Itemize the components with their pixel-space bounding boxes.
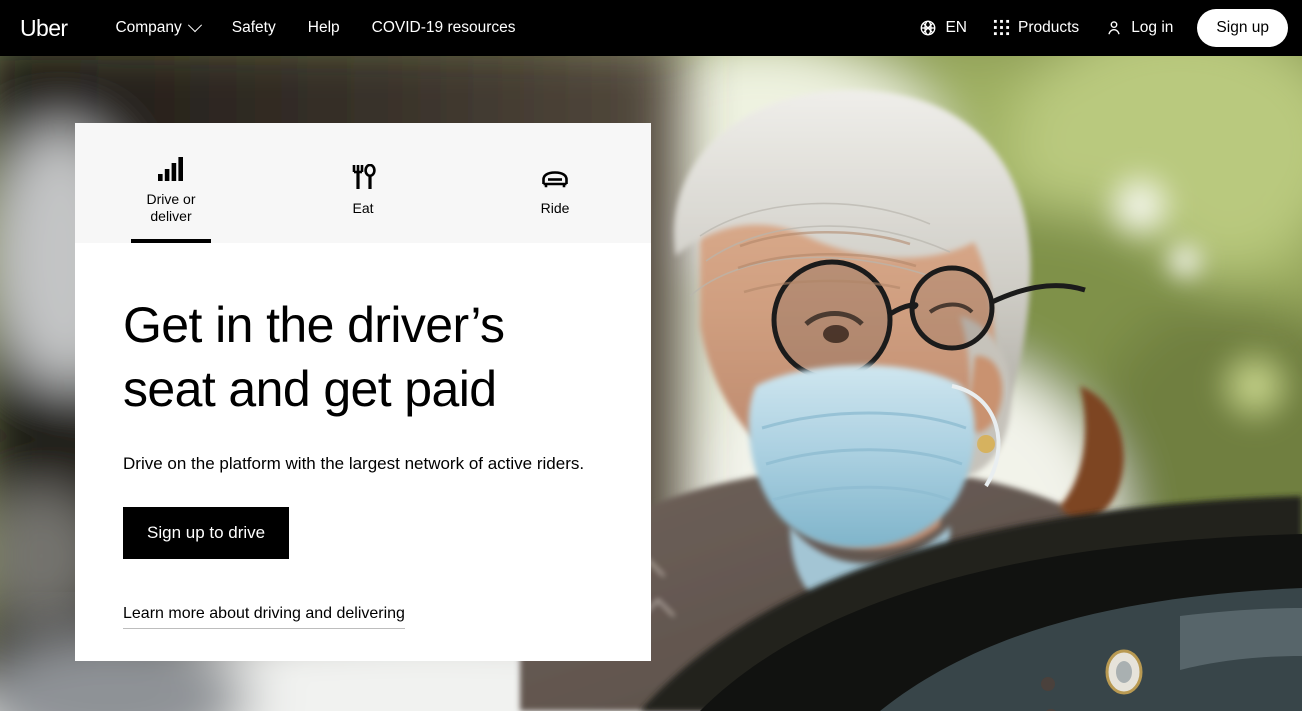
globe-icon (919, 19, 937, 37)
tab-eat[interactable]: Eat (267, 123, 459, 243)
learn-more-link[interactable]: Learn more about driving and delivering (123, 603, 405, 630)
nav-item-safety[interactable]: Safety (218, 12, 290, 44)
site-header: Uber Company Safety Help COVID-19 resour… (0, 0, 1302, 56)
grid-dots-icon (993, 19, 1010, 36)
secondary-nav: EN Products Log in Sign up (907, 9, 1288, 47)
signup-button[interactable]: Sign up (1197, 9, 1288, 47)
login-label: Log in (1131, 19, 1174, 37)
tab-eat-label: Eat (352, 199, 374, 216)
language-selector[interactable]: EN (907, 11, 979, 45)
tab-ride[interactable]: Ride (459, 123, 651, 243)
bar-chart-icon (158, 151, 184, 181)
products-label: Products (1018, 19, 1080, 37)
nav-item-company[interactable]: Company (101, 12, 213, 44)
products-menu[interactable]: Products (981, 11, 1091, 44)
car-icon (541, 160, 569, 190)
primary-nav: Company Safety Help COVID-19 resources (101, 12, 529, 44)
hero-tabs: Drive or deliver Eat Ride (75, 123, 651, 243)
hero-card-body: Get in the driver’s seat and get paid Dr… (75, 243, 651, 661)
tab-drive-or-deliver[interactable]: Drive or deliver (75, 123, 267, 243)
chevron-down-icon (187, 18, 202, 33)
person-icon (1105, 19, 1123, 37)
hero-headline: Get in the driver’s seat and get paid (123, 297, 505, 417)
login-link[interactable]: Log in (1093, 11, 1185, 45)
nav-item-help[interactable]: Help (294, 12, 354, 44)
nav-item-covid-resources[interactable]: COVID-19 resources (358, 12, 530, 44)
hero-subhead: Drive on the platform with the largest n… (123, 454, 585, 473)
tab-ride-label: Ride (540, 199, 570, 216)
hero-card: Drive or deliver Eat Ride Get in the dri… (75, 123, 651, 661)
nav-item-company-label: Company (115, 19, 182, 37)
language-label: EN (945, 19, 968, 37)
signup-to-drive-button[interactable]: Sign up to drive (123, 507, 290, 560)
tab-drive-or-deliver-label: Drive or deliver (146, 191, 196, 224)
uber-logo[interactable]: Uber (12, 13, 75, 44)
fork-spoon-icon (350, 160, 376, 190)
page-root: Uber Company Safety Help COVID-19 resour… (0, 0, 1302, 711)
